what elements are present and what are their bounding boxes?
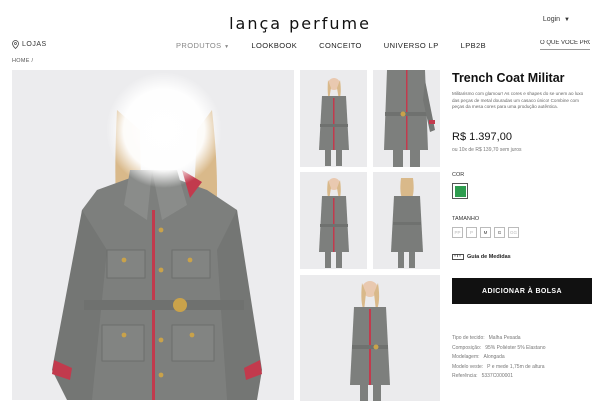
product-price: R$ 1.397,00 [452,131,512,143]
login-menu[interactable]: Login ▼ [543,16,570,23]
product-description: Militarismo com glamour! As cores e shap… [452,91,584,110]
spec-key: Referência: [452,373,478,379]
product-thumbnail[interactable] [300,275,440,401]
size-selector: PP P M G GG [452,227,519,238]
product-thumbnail[interactable] [373,70,440,167]
stores-link[interactable]: LOJAS [12,40,47,49]
product-thumbnail[interactable] [373,172,440,269]
size-option-m[interactable]: M [480,227,491,238]
spec-row: Referência: 5337C000001 [452,372,546,382]
size-guide-link[interactable]: Guia de Medidas [452,254,511,260]
add-to-bag-button[interactable]: ADICIONAR À BOLSA [452,278,592,304]
nav-item-lookbook[interactable]: LOOKBOOK [251,41,297,50]
size-guide-label: Guia de Medidas [467,254,511,260]
spec-key: Modelo veste: [452,363,484,370]
size-option-g[interactable]: G [494,227,505,238]
map-pin-icon [12,40,19,49]
spec-value: 95% Poliéster 5% Elastano [485,344,546,351]
spec-value: Alongada [483,354,505,360]
product-main-image[interactable] [12,70,294,400]
brand-logo[interactable]: lança perfume [0,14,600,33]
swatch-fill [454,185,466,197]
product-specs: Tipo de tecido: Malha Pesada Composição: 9… [452,334,546,382]
nav-item-universo-lp[interactable]: UNIVERSO LP [384,41,439,50]
nav-item-produtos[interactable]: PRODUTOS ▼ [176,41,229,50]
spec-value: Malha Pesada [488,335,521,341]
product-title: Trench Coat Militar [452,71,565,85]
chevron-down-icon: ▼ [564,16,570,23]
caret-down-icon: ▼ [224,44,230,50]
main-nav: PRODUTOS ▼ LOOKBOOK CONCEITO UNIVERSO LP… [176,41,508,50]
size-option-p[interactable]: P [466,227,477,238]
installments-text: ou 10x de R$ 139,70 sem juros [452,147,522,153]
search-input[interactable]: O QUE VOCÊ PROC [540,40,590,50]
color-swatch-green[interactable] [452,183,468,199]
product-thumbnail[interactable] [300,172,367,269]
color-label: COR [452,172,465,178]
spec-row: Tipo de tecido: Malha Pesada [452,334,546,344]
spec-key: Tipo de tecido: [452,335,485,341]
spec-value: P e mede 1,75m de altura [487,363,545,370]
spec-value: 5337C000001 [481,373,513,379]
nav-label: PRODUTOS [176,41,222,50]
spec-row: Modelo veste: P e mede 1,75m de altura [452,363,546,373]
spec-key: Modelagem: [452,354,480,360]
ruler-icon [452,254,464,260]
size-option-gg[interactable]: GG [508,227,519,238]
spec-row: Modelagem: Alongada [452,353,546,363]
stores-label: LOJAS [22,41,47,48]
size-label: TAMANHO [452,216,480,222]
login-label: Login [542,16,561,23]
product-thumbnail[interactable] [300,70,367,167]
spec-row: Composição: 95% Poliéster 5% Elastano [452,344,546,354]
spec-key: Composição: [452,344,482,351]
breadcrumb[interactable]: HOME / [12,58,33,64]
nav-item-lpb2b[interactable]: LPB2B [461,41,486,50]
nav-item-conceito[interactable]: CONCEITO [319,41,362,50]
size-option-pp[interactable]: PP [452,227,463,238]
